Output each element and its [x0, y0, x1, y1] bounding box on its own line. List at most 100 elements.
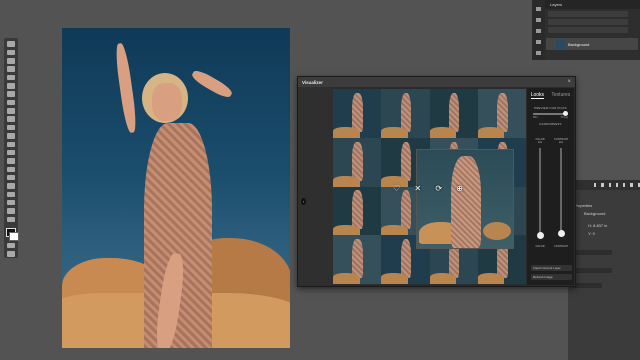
shape-tool-icon[interactable]	[7, 191, 15, 198]
path-select-tool-icon[interactable]	[7, 183, 15, 189]
paths-panel-icon[interactable]	[536, 40, 541, 44]
pen-tool-icon[interactable]	[7, 166, 15, 173]
layer-row-background[interactable]: Background	[546, 38, 638, 50]
dodge-tool-icon[interactable]	[7, 158, 15, 164]
tab-textures[interactable]: Textures	[551, 92, 570, 99]
randomness-slider-knob[interactable]	[563, 111, 568, 116]
crop-tool-icon[interactable]	[7, 74, 15, 81]
quick-select-tool-icon[interactable]	[7, 66, 15, 72]
panel-icon-strip	[532, 0, 545, 60]
eyedropper-tool-icon[interactable]	[7, 91, 15, 98]
collapse-arrow-icon[interactable]: ‹	[301, 198, 306, 205]
tab-looks[interactable]: Looks	[530, 92, 545, 99]
y-field[interactable]: Y: 0	[588, 231, 595, 236]
properties-panel: Properties Background H: 8.837 in Y: 0	[568, 180, 640, 360]
properties-field[interactable]	[572, 250, 612, 255]
contrast-slider[interactable]: CONTRAST low CONTRAST	[554, 138, 568, 258]
arm	[113, 42, 139, 134]
close-icon[interactable]: ×	[567, 79, 575, 85]
color-slider-top: low	[538, 141, 542, 144]
eraser-tool-icon[interactable]	[7, 133, 15, 139]
layer-name: Background	[568, 41, 590, 47]
brush-tool-icon[interactable]	[7, 108, 15, 114]
quick-mask-icon[interactable]	[7, 242, 15, 249]
refresh-icon[interactable]: ⟳	[435, 185, 442, 193]
arm	[189, 67, 235, 101]
more-tools-icon[interactable]	[7, 216, 15, 223]
layer-thumbnail	[556, 39, 565, 49]
hand-tool-icon[interactable]	[7, 199, 15, 206]
layer-filter[interactable]	[548, 11, 628, 17]
add-icon[interactable]: ⊕	[456, 185, 463, 193]
refresh-image-button[interactable]: Refresh Image	[531, 274, 572, 280]
zoom-tool-icon[interactable]	[7, 208, 15, 214]
layers-panel-icon[interactable]	[536, 7, 541, 11]
type-tool-icon[interactable]	[7, 174, 15, 181]
randomness-slider[interactable]	[533, 111, 568, 116]
look-thumbnail[interactable]	[381, 89, 430, 138]
properties-subtitle: Background	[584, 211, 606, 216]
tools-panel	[4, 38, 19, 258]
fx-icon[interactable]	[601, 183, 604, 187]
color-slider[interactable]: COLOR low COLOR	[533, 138, 547, 258]
look-thumbnail[interactable]	[333, 235, 382, 284]
blend-mode-select[interactable]	[548, 19, 628, 25]
mask-icon[interactable]	[608, 183, 611, 187]
contrast-slider-track[interactable]	[560, 148, 562, 236]
shuffle-icon[interactable]: ✕	[414, 185, 421, 193]
screen-mode-icon[interactable]	[7, 251, 15, 257]
properties-field[interactable]	[572, 268, 612, 273]
adjustment-icon[interactable]	[615, 183, 619, 187]
frame-tool-icon[interactable]	[7, 83, 15, 89]
layers-panel: Layers Background	[532, 0, 640, 60]
contrast-slider-top: low	[559, 141, 563, 144]
layer-actions-strip	[568, 180, 640, 190]
new-layer-icon[interactable]	[630, 183, 633, 187]
lasso-tool-icon[interactable]	[7, 58, 15, 64]
looks-panel: Looks Textures PREVIEW OUR PICKS Mild St…	[527, 88, 574, 285]
slider-max-label: Strong	[560, 116, 568, 119]
look-thumbnail[interactable]	[333, 89, 382, 138]
slider-min-label: Mild	[533, 116, 538, 119]
marquee-tool-icon[interactable]	[7, 49, 15, 56]
history-brush-tool-icon[interactable]	[7, 124, 15, 131]
look-thumbnail[interactable]	[333, 137, 382, 187]
layers-tab[interactable]: Layers	[546, 2, 566, 7]
link-icon[interactable]	[594, 183, 597, 187]
lock-row[interactable]	[548, 27, 628, 33]
contrast-slider-bottom-label: CONTRAST	[554, 245, 569, 248]
color-slider-track[interactable]	[539, 148, 541, 236]
look-thumbnail[interactable]	[333, 186, 382, 236]
visualizer-window: Visualizer × ‹ ♡ ✕ ⟳ ⊕ Looks Textures PR…	[297, 76, 576, 287]
color-slider-bottom-label: COLOR	[535, 245, 545, 248]
face	[152, 83, 182, 121]
background-color-swatch[interactable]	[9, 231, 19, 242]
contrast-slider-knob[interactable]	[557, 230, 565, 237]
gradient-tool-icon[interactable]	[7, 141, 15, 148]
looks-tabs: Looks Textures	[527, 88, 574, 99]
randomness-label: RANDOMNESS	[539, 122, 562, 126]
heart-icon[interactable]: ♡	[393, 185, 400, 193]
visualizer-title: Visualizer	[302, 79, 323, 85]
document-canvas[interactable]	[62, 28, 290, 348]
preview-picks-label: PREVIEW OUR PICKS	[534, 106, 567, 110]
properties-title[interactable]: Properties	[574, 203, 592, 208]
selected-look-preview[interactable]	[416, 149, 514, 249]
adjustments-panel-icon[interactable]	[536, 18, 541, 22]
blur-tool-icon[interactable]	[7, 149, 15, 156]
history-panel-icon[interactable]	[536, 51, 541, 55]
visualizer-left-gutter: ‹	[298, 87, 333, 286]
stamp-tool-icon[interactable]	[7, 116, 15, 123]
look-thumbnail[interactable]	[477, 89, 526, 138]
look-thumbnail[interactable]	[429, 89, 478, 138]
color-slider-knob[interactable]	[536, 232, 544, 239]
height-field[interactable]: H: 8.837 in	[588, 223, 607, 228]
import-current-layer-button[interactable]: Import Current Layer	[531, 265, 572, 271]
folder-icon[interactable]	[623, 183, 626, 187]
channels-panel-icon[interactable]	[536, 29, 541, 33]
preview-actions: ♡ ✕ ⟳ ⊕	[393, 183, 463, 195]
visualizer-titlebar[interactable]: Visualizer ×	[298, 77, 575, 87]
move-tool-icon[interactable]	[7, 41, 15, 47]
properties-field[interactable]	[572, 283, 602, 288]
healing-tool-icon[interactable]	[7, 99, 15, 106]
